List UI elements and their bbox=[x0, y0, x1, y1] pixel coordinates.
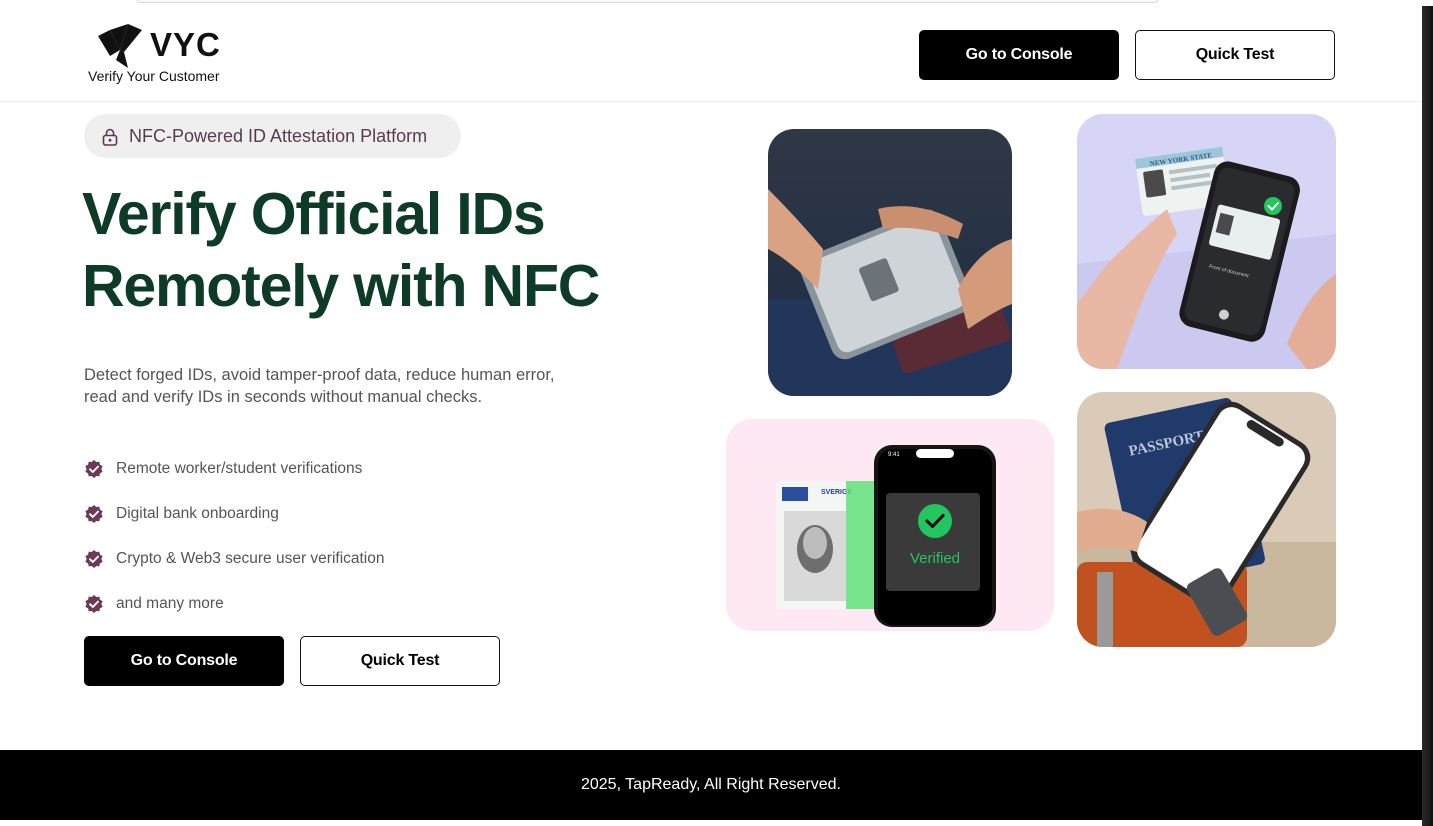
passport-luggage-image: PASSPORT bbox=[1077, 392, 1336, 647]
description-line-2: read and verify IDs in seconds without m… bbox=[84, 388, 483, 406]
check-badge-icon bbox=[85, 549, 103, 568]
headline-line-1: Verify Official IDs bbox=[82, 181, 546, 247]
badge-text: NFC-Powered ID Attestation Platform bbox=[129, 125, 428, 146]
site-header: VYC Verify Your Customer Go to Console Q… bbox=[0, 8, 1422, 102]
ny-license-phone-image: NEW YORK STATE Front of document bbox=[1077, 114, 1336, 369]
browser-address-strip bbox=[0, 0, 1433, 8]
vyc-logo-icon bbox=[98, 24, 142, 68]
lock-icon bbox=[102, 128, 118, 146]
feature-label: Remote worker/student verifications bbox=[116, 459, 363, 477]
window-edge bbox=[1422, 6, 1433, 826]
feature-item: Remote worker/student verifications bbox=[84, 446, 385, 491]
hero-quick-test-button[interactable]: Quick Test bbox=[300, 636, 500, 686]
header-console-button[interactable]: Go to Console bbox=[919, 30, 1119, 80]
feature-label: Crypto & Web3 secure user verification bbox=[116, 549, 385, 567]
feature-item: and many more bbox=[84, 581, 385, 626]
brand-name: VYC bbox=[150, 26, 221, 63]
check-badge-icon bbox=[85, 504, 103, 523]
verified-id-phone-image: SVERIGE 9:41 Verified bbox=[726, 419, 1054, 631]
hero-console-button[interactable]: Go to Console bbox=[84, 636, 284, 686]
check-badge-icon bbox=[85, 459, 103, 478]
platform-badge: NFC-Powered ID Attestation Platform bbox=[84, 114, 461, 158]
header-quick-test-button[interactable]: Quick Test bbox=[1135, 30, 1335, 80]
copyright-text: 2025, TapReady, All Right Reserved. bbox=[580, 776, 841, 793]
feature-label: and many more bbox=[116, 594, 224, 612]
check-badge-icon bbox=[85, 594, 103, 613]
phone-time: 9:41 bbox=[888, 452, 900, 458]
brand-tagline: Verify Your Customer bbox=[88, 68, 220, 84]
feature-list: Remote worker/student verifications Digi… bbox=[84, 446, 385, 626]
feature-item: Digital bank onboarding bbox=[84, 491, 385, 536]
hero-description: Detect forged IDs, avoid tamper-proof da… bbox=[84, 364, 644, 408]
page: VYC Verify Your Customer Go to Console Q… bbox=[0, 0, 1433, 826]
hero-headline: Verify Official IDs Remotely with NFC bbox=[82, 178, 702, 322]
page-bottom-edge bbox=[0, 820, 1433, 826]
feature-label: Digital bank onboarding bbox=[116, 504, 279, 522]
feature-item: Crypto & Web3 secure user verification bbox=[84, 536, 385, 581]
headline-line-2: Remotely with NFC bbox=[82, 253, 600, 319]
address-bar[interactable] bbox=[135, 0, 1160, 3]
description-line-1: Detect forged IDs, avoid tamper-proof da… bbox=[84, 366, 555, 384]
site-footer: 2025, TapReady, All Right Reserved. bbox=[0, 750, 1422, 820]
phone-scan-passport-image bbox=[768, 129, 1012, 396]
brand-logo[interactable]: VYC Verify Your Customer bbox=[88, 24, 248, 88]
verified-label: Verified bbox=[910, 550, 960, 567]
